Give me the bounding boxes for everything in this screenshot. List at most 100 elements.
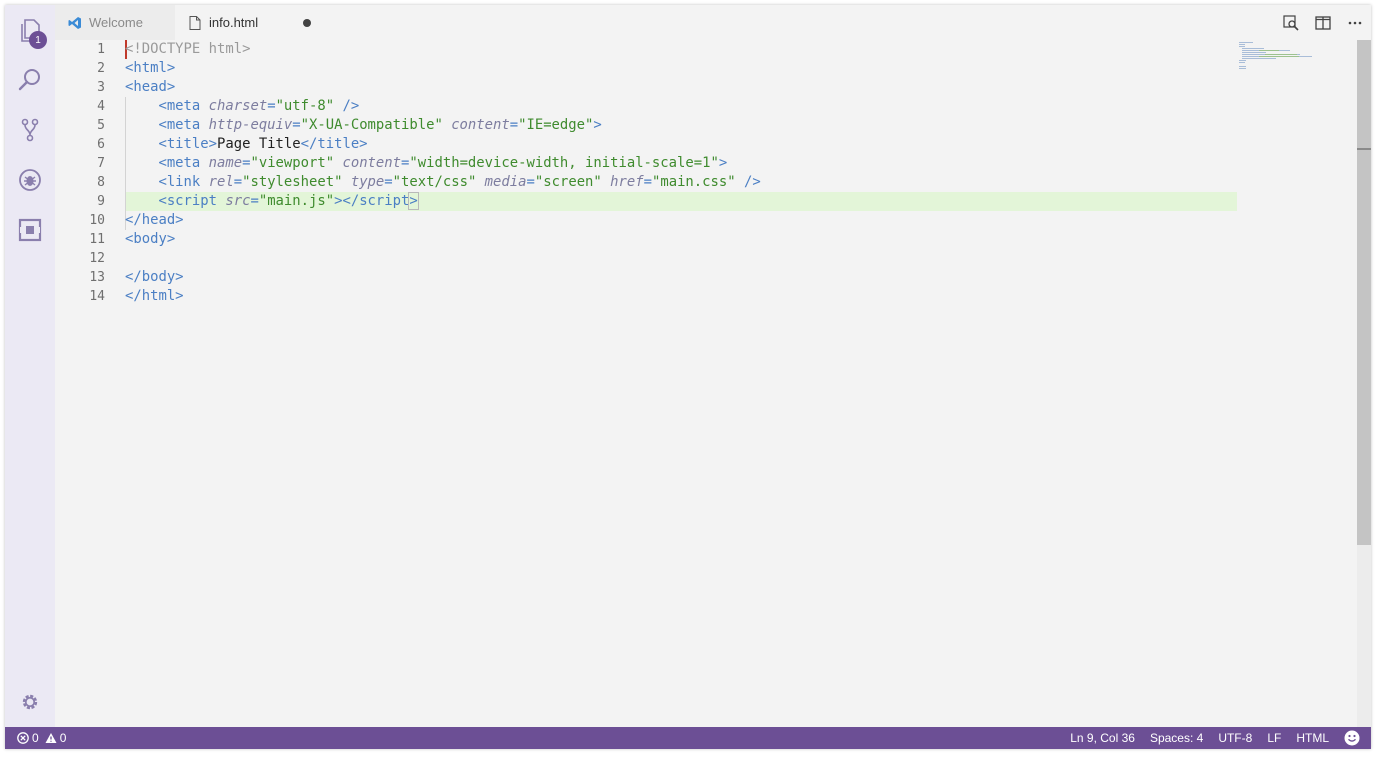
search-icon	[18, 69, 40, 91]
vscode-window: 1 Welcome info.html 1 2 3 4 5 6 7 8 9 10…	[5, 5, 1371, 749]
editor-actions	[1275, 5, 1371, 40]
status-bar-right: Ln 9, Col 36 Spaces: 4 UTF-8 LF HTML	[1055, 727, 1363, 749]
editor[interactable]: 1 2 3 4 5 6 7 8 9 10 11 12 13 14 <!DOCTY…	[55, 40, 1371, 727]
token: =	[267, 98, 276, 114]
language-mode[interactable]: HTML	[1296, 731, 1329, 745]
line-number: 5	[97, 118, 105, 133]
code-line: <link rel="stylesheet" type="text/css" m…	[125, 173, 761, 192]
minimap[interactable]	[1237, 40, 1357, 120]
warning-count: 0	[59, 731, 67, 745]
split-editor-icon	[1315, 15, 1331, 30]
token: <head>	[125, 79, 176, 95]
indentation-setting[interactable]: Spaces: 4	[1150, 731, 1203, 745]
line-number: 4	[97, 99, 105, 114]
token: <link	[158, 174, 209, 190]
token: />	[334, 98, 360, 114]
line-number: 7	[97, 156, 105, 171]
token: "viewport"	[250, 155, 335, 171]
token: "IE=edge"	[518, 117, 594, 133]
split-editor-button[interactable]	[1307, 5, 1339, 40]
code-line: <meta charset="utf-8" />	[125, 97, 359, 116]
token: src	[225, 193, 251, 209]
line-number: 8	[97, 175, 105, 190]
code-line: </head>	[125, 211, 184, 230]
token: />	[735, 174, 761, 190]
line-number: 13	[89, 270, 105, 285]
token: </body>	[125, 269, 184, 285]
code-line: <html>	[125, 59, 175, 78]
explorer-button[interactable]: 1	[5, 5, 55, 55]
matching-bracket: >	[408, 192, 419, 210]
token: "main.js"	[258, 193, 335, 209]
token: =	[233, 174, 243, 190]
overview-ruler-marker	[1357, 148, 1371, 150]
tab-info-html[interactable]: info.html	[175, 5, 321, 40]
extensions-button[interactable]	[5, 205, 55, 255]
file-icon	[187, 15, 203, 31]
problems-indicator[interactable]: 0 0	[17, 731, 66, 745]
token: "X-UA-Compatible"	[300, 117, 443, 133]
debug-button[interactable]	[5, 155, 55, 205]
token: =	[384, 174, 393, 190]
token: <html>	[125, 60, 176, 76]
search-button[interactable]	[5, 55, 55, 105]
token: Page Title	[217, 136, 301, 152]
token: "stylesheet"	[242, 174, 343, 190]
open-preview-button[interactable]	[1275, 5, 1307, 40]
token: http-equiv	[208, 117, 293, 133]
token: "main.css"	[651, 174, 736, 190]
token: "screen"	[534, 174, 602, 190]
warning-icon	[45, 733, 57, 743]
settings-button[interactable]	[5, 677, 55, 727]
code-line: </html>	[125, 287, 184, 306]
cursor-position[interactable]: Ln 9, Col 36	[1070, 731, 1135, 745]
code-line: <title>Page Title</title>	[125, 135, 368, 154]
code-line: <head>	[125, 78, 175, 97]
token: =	[643, 174, 652, 190]
more-actions-button[interactable]	[1339, 5, 1371, 40]
source-control-button[interactable]	[5, 105, 55, 155]
token: <meta	[158, 117, 209, 133]
token: type	[342, 174, 385, 190]
line-number: 10	[89, 213, 105, 228]
line-number: 3	[97, 80, 105, 95]
token: </title>	[300, 136, 368, 152]
line-number: 6	[97, 137, 105, 152]
debug-icon	[19, 169, 41, 191]
code-area[interactable]: <!DOCTYPE html> <html> <head> <meta char…	[125, 40, 1237, 727]
error-icon	[17, 732, 29, 744]
scrollbar-thumb[interactable]	[1357, 40, 1371, 545]
token: content	[334, 155, 402, 171]
extensions-icon	[18, 218, 42, 242]
preview-search-icon	[1283, 14, 1299, 31]
vertical-scrollbar[interactable]	[1357, 40, 1371, 727]
tab-welcome[interactable]: Welcome	[55, 5, 175, 40]
token: =	[250, 193, 259, 209]
activity-bar: 1	[5, 5, 55, 727]
unsaved-indicator[interactable]	[303, 19, 311, 27]
token: "width=device-width, initial-scale=1"	[409, 155, 719, 171]
line-ending[interactable]: LF	[1267, 731, 1281, 745]
gear-icon	[22, 694, 38, 710]
file-encoding[interactable]: UTF-8	[1218, 731, 1252, 745]
vscode-logo-icon	[67, 15, 83, 31]
token: >	[593, 117, 602, 133]
token: media	[476, 174, 527, 190]
token: content	[442, 117, 510, 133]
token: ></script	[334, 193, 410, 209]
feedback-button[interactable]	[1344, 730, 1363, 746]
token: charset	[208, 98, 268, 114]
token: </head>	[125, 212, 184, 228]
tab-bar: Welcome info.html	[55, 5, 1371, 40]
token: <meta	[158, 98, 209, 114]
line-number: 12	[89, 251, 105, 266]
status-bar: 0 0 Ln 9, Col 36 Spaces: 4 UTF-8 LF HTML	[5, 727, 1371, 749]
line-number-gutter: 1 2 3 4 5 6 7 8 9 10 11 12 13 14	[55, 40, 125, 727]
code-line: </body>	[125, 268, 184, 287]
source-control-icon	[21, 118, 39, 142]
